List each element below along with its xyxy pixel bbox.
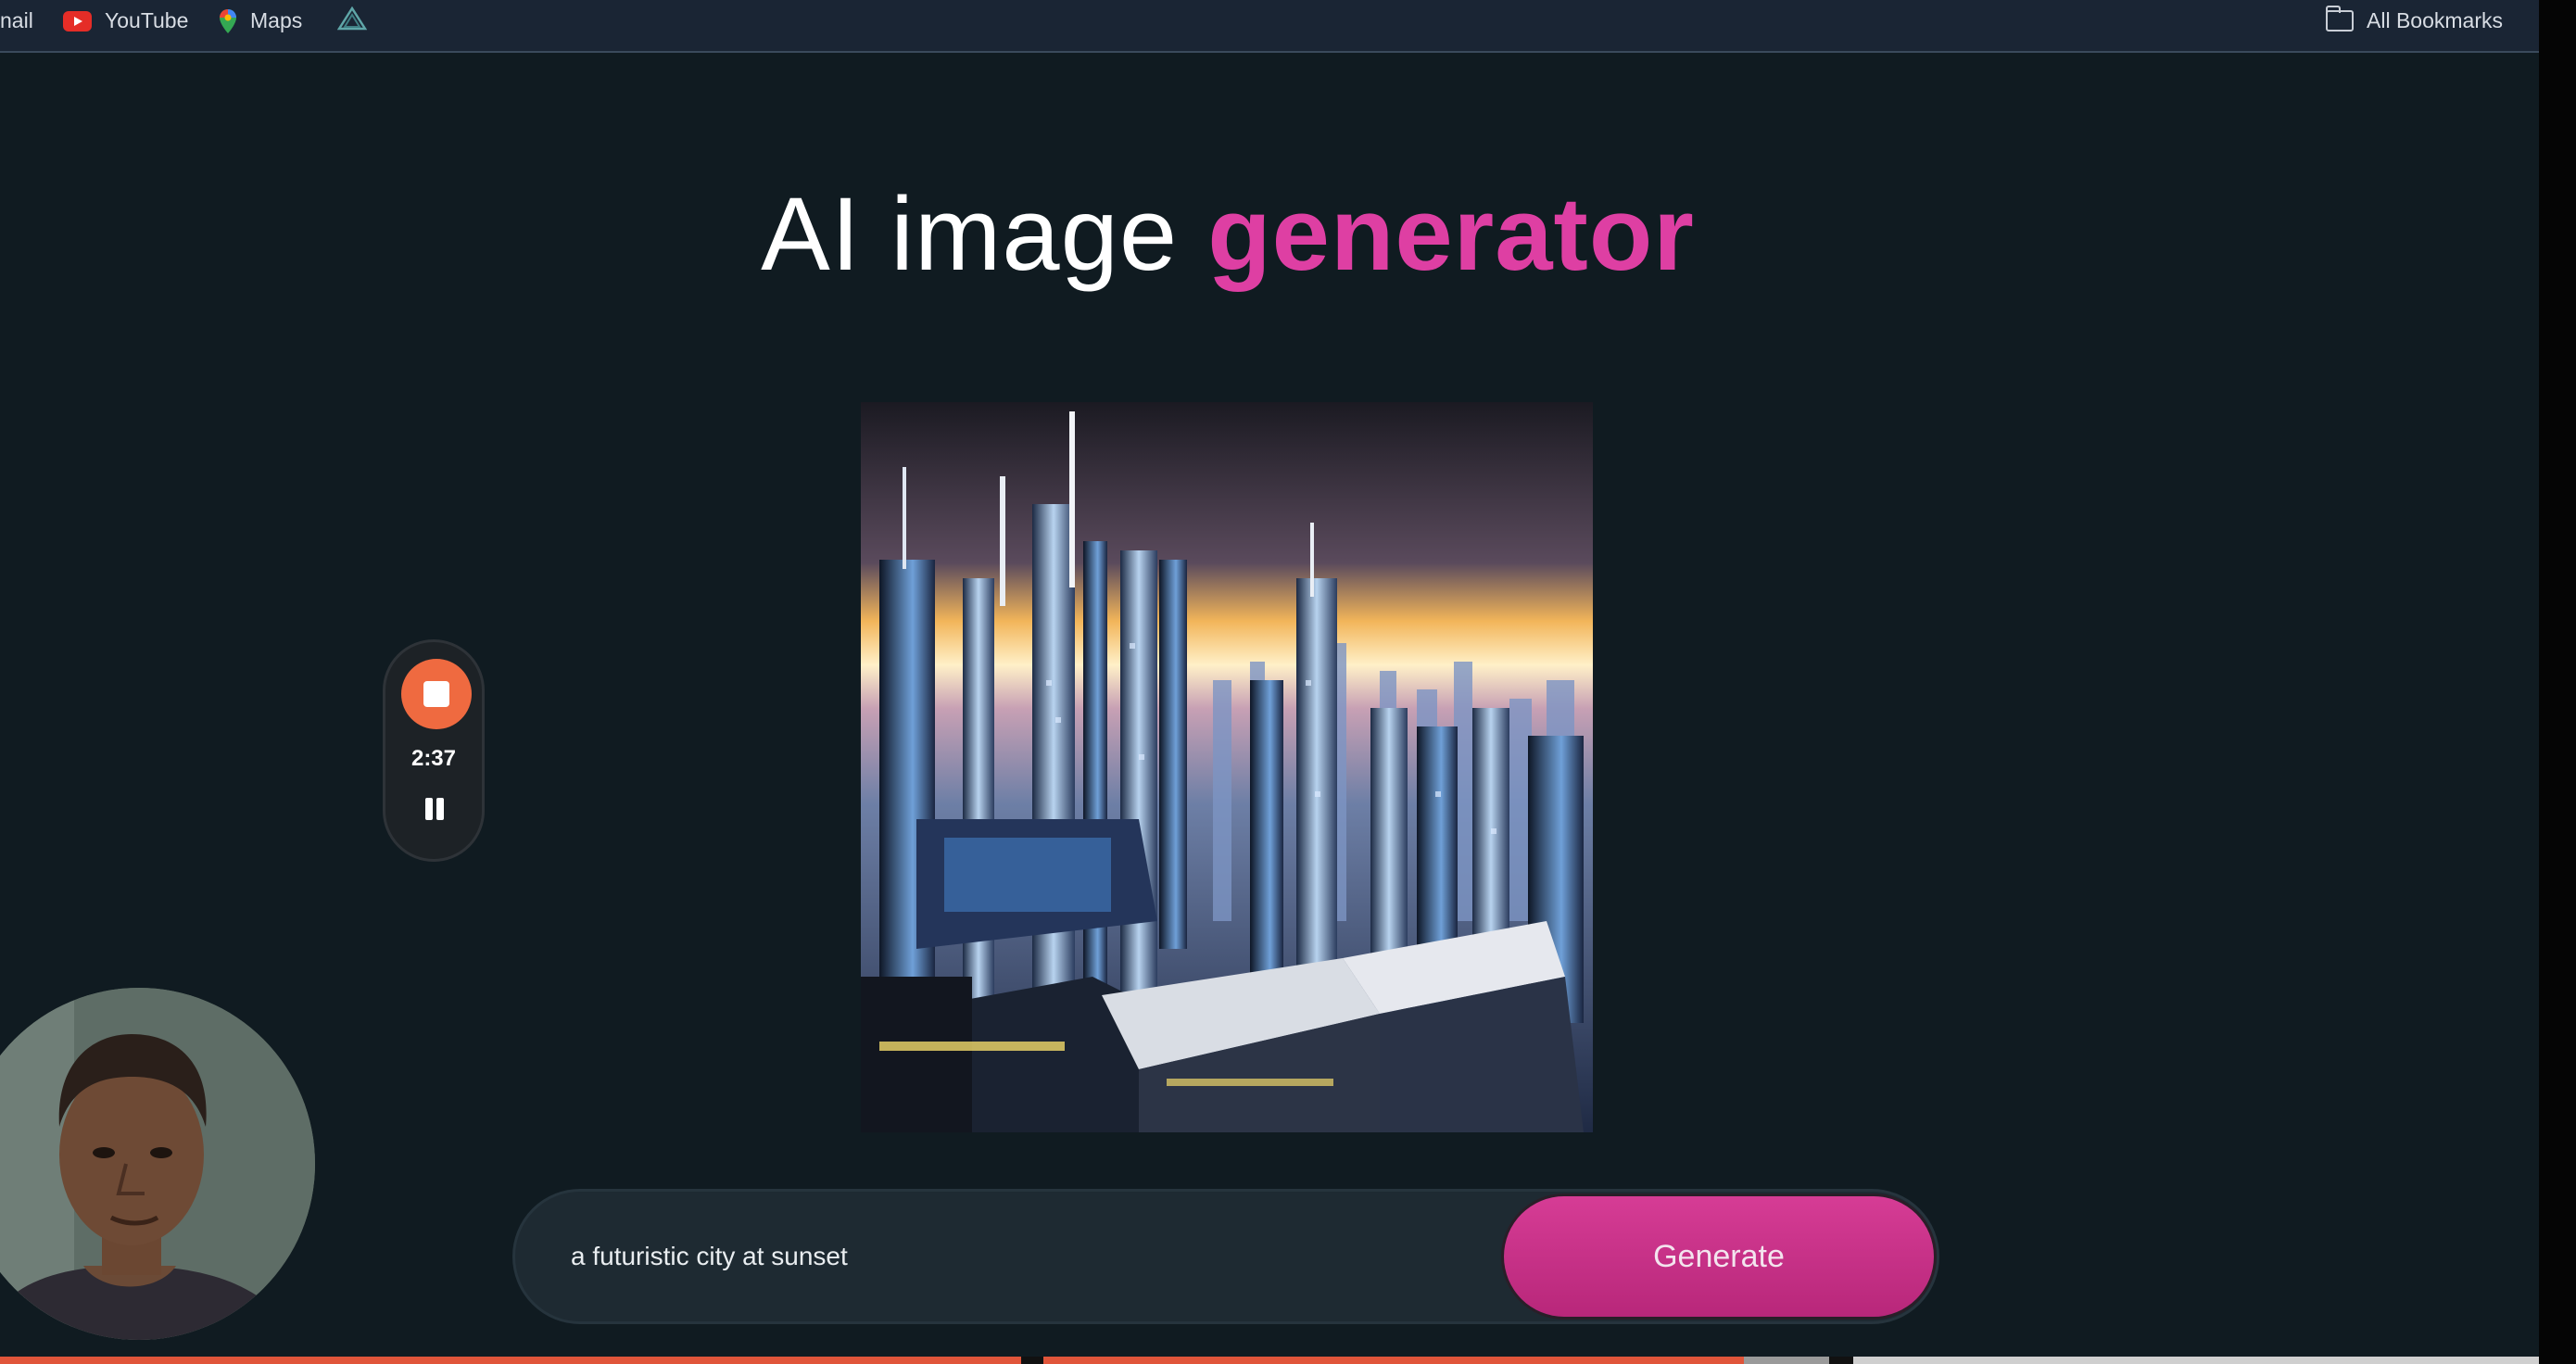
title-text: AI image <box>761 176 1208 292</box>
prompt-input[interactable] <box>571 1192 1451 1321</box>
maps-pin-icon <box>219 8 237 34</box>
screen: nail YouTube Maps All Bookmarks AI image… <box>0 0 2576 1364</box>
progress-segment <box>1744 1357 1829 1364</box>
all-bookmarks-label: All Bookmarks <box>2367 8 2503 32</box>
bookmark-maps[interactable]: Maps <box>219 0 302 42</box>
generate-button[interactable]: Generate <box>1504 1196 1934 1317</box>
page-title: AI image generator <box>0 174 2456 294</box>
stop-recording-button[interactable] <box>401 659 472 729</box>
video-progress-strip <box>0 1357 2539 1364</box>
bookmarks-bar: nail YouTube Maps All Bookmarks <box>0 0 2539 53</box>
generated-image <box>861 402 1593 1132</box>
bookmark-app[interactable] <box>336 0 380 42</box>
folder-icon <box>2326 6 2354 32</box>
pause-icon[interactable] <box>419 790 450 827</box>
window-edge <box>2539 0 2576 1364</box>
youtube-icon <box>63 10 92 32</box>
progress-segment <box>0 1357 1021 1364</box>
webcam-overlay <box>0 988 315 1340</box>
bookmark-label: nail <box>0 8 33 32</box>
triangle-app-icon <box>336 6 368 36</box>
bookmark-gmail[interactable]: nail <box>0 0 33 42</box>
all-bookmarks[interactable]: All Bookmarks <box>2326 0 2503 42</box>
prompt-bar: Generate <box>512 1189 1939 1324</box>
bookmark-label: YouTube <box>105 8 189 32</box>
progress-segment <box>1043 1357 1744 1364</box>
progress-segment <box>1853 1357 2539 1364</box>
screen-recorder-widget: 2:37 <box>383 639 485 862</box>
bookmark-label: Maps <box>250 8 303 32</box>
title-accent: generator <box>1207 176 1695 292</box>
bookmark-youtube[interactable]: YouTube <box>63 0 188 42</box>
recording-timer: 2:37 <box>410 746 457 771</box>
